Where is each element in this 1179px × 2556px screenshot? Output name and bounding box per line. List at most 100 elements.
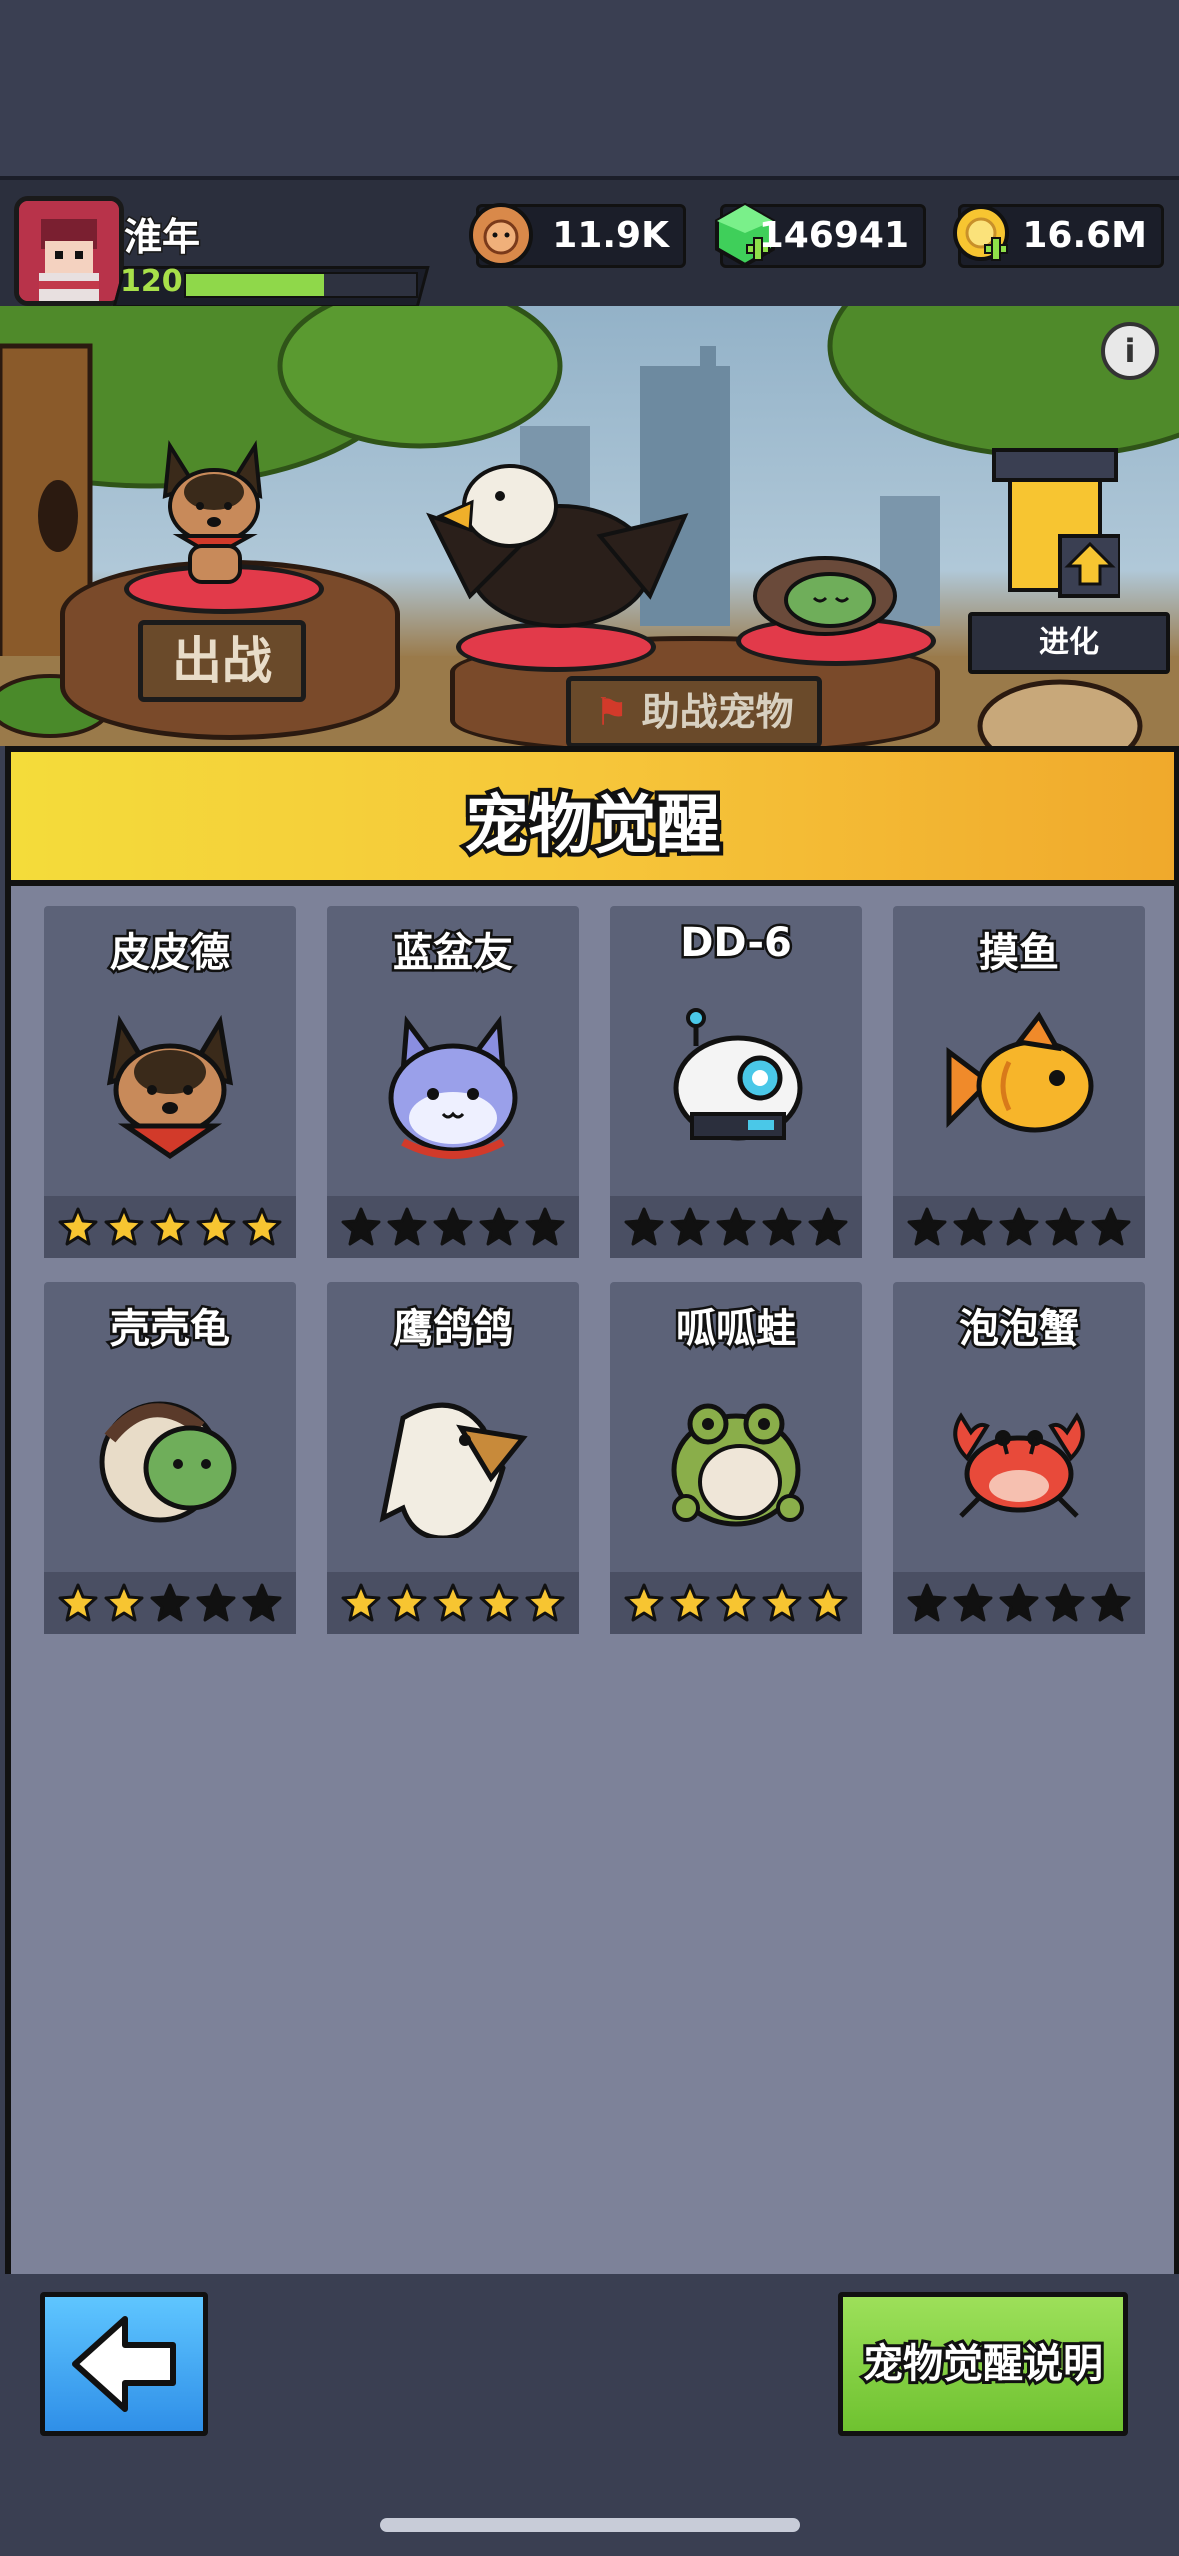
star-rating <box>44 1572 296 1634</box>
star-filled-icon <box>341 1583 381 1622</box>
star-filled-icon <box>624 1583 664 1622</box>
frog-icon <box>671 1403 804 1527</box>
pet-card-eagle[interactable]: 鹰鸽鸽 <box>327 1282 579 1634</box>
star-empty-icon <box>1045 1207 1085 1246</box>
star-rating <box>610 1572 862 1634</box>
star-filled-icon <box>196 1207 236 1246</box>
star-filled-icon <box>670 1583 710 1622</box>
star-empty-icon <box>1045 1583 1085 1622</box>
star-empty-icon <box>907 1207 947 1246</box>
star-filled-icon <box>762 1583 802 1622</box>
pet-name: 蓝盆友 <box>391 928 516 979</box>
bottom-bar: 宠物觉醒说明 <box>0 2274 1179 2556</box>
deploy-sign[interactable]: 出战 <box>138 620 306 702</box>
player-avatar[interactable] <box>14 196 124 306</box>
star-filled-icon <box>716 1583 756 1622</box>
star-empty-icon <box>907 1583 947 1622</box>
pet-card-frog[interactable]: 呱呱蛙 <box>610 1282 862 1634</box>
assist-sign[interactable]: ⚑ 助战宠物 <box>566 676 822 746</box>
pet-card-robot[interactable]: DD-6 <box>610 906 862 1258</box>
star-filled-icon <box>479 1583 519 1622</box>
star-empty-icon <box>479 1207 519 1246</box>
xp-bar <box>184 272 418 298</box>
star-filled-icon <box>525 1583 565 1622</box>
star-empty-icon <box>1091 1207 1131 1246</box>
star-empty-icon <box>150 1583 190 1622</box>
back-button[interactable] <box>40 2292 208 2436</box>
star-empty-icon <box>196 1583 236 1622</box>
currency-coin[interactable]: 11.9K <box>469 203 686 268</box>
robot-icon <box>673 1008 803 1141</box>
panel-title: 宠物觉醒 <box>461 785 725 867</box>
awakening-help-button[interactable]: 宠物觉醒说明 <box>838 2292 1128 2436</box>
assist-eagle-icon <box>426 464 689 628</box>
player-level: 120 <box>120 264 183 299</box>
star-empty-icon <box>999 1583 1039 1622</box>
star-empty-icon <box>433 1207 473 1246</box>
pet-card-goldfish[interactable]: 摸鱼 <box>893 906 1145 1258</box>
pet-name: 壳壳龟 <box>108 1304 233 1355</box>
star-empty-icon <box>716 1207 756 1246</box>
assist-turtle-icon <box>753 556 897 636</box>
xp-bar-fill <box>186 274 324 296</box>
star-filled-icon <box>104 1583 144 1622</box>
star-empty-icon <box>999 1207 1039 1246</box>
star-empty-icon <box>762 1207 802 1246</box>
turtle-icon <box>99 1401 237 1523</box>
player-name: 淮年 <box>122 214 201 261</box>
star-filled-icon <box>387 1583 427 1622</box>
deployed-dog-icon <box>162 439 263 584</box>
pet-scene: 出战 ⚑ 助战宠物 进化 i <box>0 306 1179 746</box>
star-rating <box>327 1572 579 1634</box>
dog-icon <box>106 1014 234 1160</box>
flag-icon: ⚑ <box>594 690 629 734</box>
coin-face-icon <box>469 203 533 267</box>
blue-cat-icon <box>388 1015 518 1159</box>
back-arrow-icon <box>72 2316 176 2412</box>
star-empty-icon <box>387 1207 427 1246</box>
pet-awakening-panel: 宠物觉醒 皮皮德 蓝盆友 DD-6 摸鱼壳壳龟 鹰鸽鸽 呱呱蛙 泡泡蟹 <box>5 746 1179 2280</box>
star-filled-icon <box>150 1207 190 1246</box>
info-icon[interactable]: i <box>1101 322 1159 380</box>
star-empty-icon <box>242 1583 282 1622</box>
star-filled-icon <box>58 1207 98 1246</box>
star-filled-icon <box>433 1583 473 1622</box>
gem-value: 146941 <box>758 215 909 256</box>
star-rating <box>327 1196 579 1258</box>
status-bar-area <box>0 0 1179 176</box>
star-empty-icon <box>670 1207 710 1246</box>
goldfish-icon <box>946 1011 1094 1133</box>
star-empty-icon <box>341 1207 381 1246</box>
pet-card-blue-cat[interactable]: 蓝盆友 <box>327 906 579 1258</box>
star-rating <box>893 1196 1145 1258</box>
eagle-icon <box>379 1402 528 1538</box>
gold-coin-icon <box>953 205 1009 261</box>
star-empty-icon <box>953 1583 993 1622</box>
crab-icon <box>953 1412 1085 1518</box>
star-rating <box>610 1196 862 1258</box>
star-empty-icon <box>1091 1583 1131 1622</box>
home-indicator <box>380 2518 800 2532</box>
star-rating <box>893 1572 1145 1634</box>
evolve-machine-icon <box>992 448 1120 598</box>
coin-value: 11.9K <box>552 215 669 256</box>
star-empty-icon <box>525 1207 565 1246</box>
pet-name: 泡泡蟹 <box>957 1304 1082 1355</box>
assist-sign-label: 助战宠物 <box>641 690 794 734</box>
star-empty-icon <box>953 1207 993 1246</box>
pet-card-dog[interactable]: 皮皮德 <box>44 906 296 1258</box>
pet-name: 呱呱蛙 <box>674 1304 799 1355</box>
pet-card-crab[interactable]: 泡泡蟹 <box>893 1282 1145 1634</box>
gold-value: 16.6M <box>1022 215 1147 256</box>
pet-name: 鹰鸽鸽 <box>391 1304 516 1355</box>
currency-gem[interactable]: 146941 <box>715 202 926 268</box>
pet-card-turtle[interactable]: 壳壳龟 <box>44 1282 296 1634</box>
currency-gold[interactable]: 16.6M <box>953 204 1164 268</box>
evolve-button[interactable]: 进化 <box>968 612 1170 674</box>
star-filled-icon <box>104 1207 144 1246</box>
star-empty-icon <box>624 1207 664 1246</box>
pet-name: DD-6 <box>678 918 795 969</box>
star-filled-icon <box>242 1207 282 1246</box>
player-header: 淮年 120 11.9K 146941 16.6M <box>0 176 1179 314</box>
panel-header: 宠物觉醒 <box>11 752 1174 886</box>
